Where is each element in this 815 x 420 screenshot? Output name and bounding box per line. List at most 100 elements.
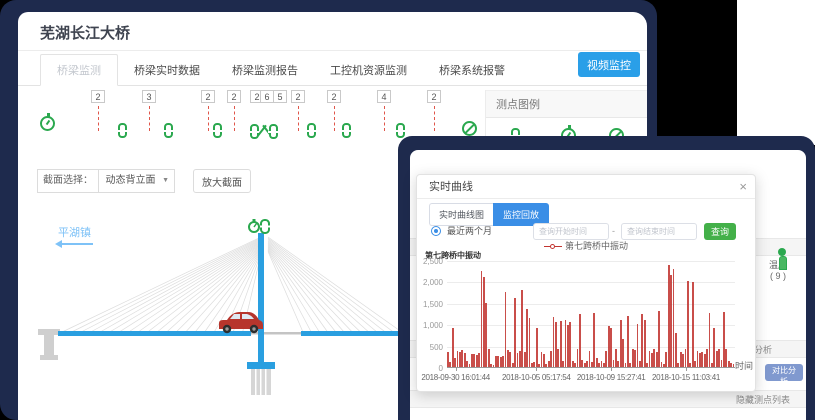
x-tick [456,368,457,371]
car-illustration [219,312,263,333]
sensor-marker[interactable]: 5 [272,90,288,103]
link-icon [396,123,405,138]
x-tick [536,368,537,371]
multi-sensor-icon[interactable] [250,123,278,139]
y-tick-label: 500 [417,343,443,352]
tower-top-sensor-icons [249,219,270,233]
sensor-count-badge: 2 [201,90,215,103]
legend-panel-title: 测点图例 [486,90,647,118]
zoom-section-button[interactable]: 放大截面 [193,169,251,193]
x-tick-label: 2018-09-30 16:01:44 [421,373,490,382]
sensor-marker[interactable]: 2 [426,90,442,131]
desktop-background: 芜湖长江大桥 桥梁监测桥梁实时数据桥梁监测报告工控机资源监测桥梁系统报警 视频监… [0,0,815,420]
chart-bar [529,318,531,367]
pier-columns [251,369,271,395]
temperature-count: ( 9 ) [762,271,794,281]
sensor-marker[interactable]: 2 [326,90,342,131]
pier-cap [247,362,275,369]
legend-text: 第七跨桥中振动 [565,241,628,251]
gauge-icon [40,116,55,131]
temperature-label: 温度 [762,258,794,271]
x-tick [611,368,612,371]
point-list-section-header: 隐藏测点列表 [410,390,806,408]
chart-bar [579,314,581,367]
chevron-down-icon: ▼ [162,170,169,192]
sensor-count-badge: 2 [291,90,305,103]
tab-0[interactable]: 桥梁监测 [40,54,118,86]
chart-bar [627,316,629,367]
cable-line [268,241,378,333]
sensor-marker[interactable]: 2 [90,90,106,131]
sensor-dash-line [384,106,385,131]
y-tick-label: 1,000 [417,321,443,330]
gridline [447,261,735,262]
link-icon[interactable] [164,123,173,143]
tab-4[interactable]: 桥梁系统报警 [423,55,521,85]
temperature-legend-item[interactable]: 温度 ( 9 ) [762,256,794,281]
sensor-count-badge: 2 [227,90,241,103]
point-list-label: 隐藏测点列表 [736,391,792,409]
close-icon[interactable]: × [739,175,747,199]
vibration-chart: 2018-09-30 16:01:442018-10-05 05:17:5420… [447,261,735,368]
left-abutment [38,329,60,360]
cable-line [268,250,312,333]
realtime-curve-dialog: 实时曲线 × 实时曲线图监控回放 最近两个月 - 查询 第七跨桥中振动 第七跨桥… [416,174,756,392]
sensor-marker[interactable]: 3 [141,90,157,131]
chart-bar [569,322,571,367]
x-tick-label: 2018-10-09 15:27:41 [577,373,646,382]
sensor-marker[interactable]: 4 [376,90,392,131]
main-tab-bar: 桥梁监测桥梁实时数据桥梁监测报告工控机资源监测桥梁系统报警 [18,56,647,86]
x-axis-name: 时间 [735,359,753,372]
query-button[interactable]: 查询 [704,223,736,240]
section-select-dropdown[interactable]: 动态背立面 ▼ [99,169,175,193]
sensor-marker[interactable]: 2 [290,90,306,131]
sensor-dash-line [208,106,209,131]
sensor-count-badge: 2 [427,90,441,103]
x-tick-label: 2018-10-05 05:17:54 [502,373,571,382]
video-monitor-button[interactable]: 视频监控 [578,52,640,77]
dialog-header: 实时曲线 × [417,175,755,199]
link-icon [269,124,278,139]
bridge-tower [258,233,264,362]
cable-line [268,249,320,333]
bridge-deck-right [301,331,406,336]
dialog-title: 实时曲线 [429,175,473,199]
link-icon[interactable] [213,123,222,143]
tab-2[interactable]: 桥梁监测报告 [216,55,314,85]
y-tick-label: 0 [417,364,443,373]
sensor-marker[interactable]: 2 [226,90,242,131]
sensor-count-badge: 4 [377,90,391,103]
link-icon [307,123,316,138]
radio-last-two-months[interactable] [431,226,441,236]
sensor-count-badge: 2 [327,90,341,103]
section-select-value: 动态背立面 [106,175,156,186]
cable-line [268,237,403,333]
divider [18,50,647,51]
legend-marker-icon [544,243,562,250]
query-start-time-input[interactable] [533,223,609,240]
link-icon[interactable] [118,123,127,143]
range-separator: - [612,223,615,240]
sensor-dash-line [434,106,435,131]
section-select-label: 截面选择： [37,169,99,193]
gauge-icon[interactable] [40,116,55,136]
sensor-dash-line [334,106,335,131]
chart-bar [675,333,677,367]
chart-bar [687,281,689,367]
cable-line [268,243,362,333]
cable-line [268,251,303,333]
tab-3[interactable]: 工控机资源监测 [314,55,423,85]
link-icon[interactable] [307,123,316,143]
link-icon[interactable] [342,123,351,143]
x-tick [686,368,687,371]
y-tick-label: 1,500 [417,300,443,309]
ban-icon [462,121,477,136]
chart-bar [536,328,538,367]
bridge-deck-left [58,331,251,336]
compare-analysis-button[interactable]: 对比分析 [765,364,803,381]
x-tick-label: 2018-10-15 11:03:41 [652,373,720,382]
sensor-dash-line [234,106,235,131]
query-end-time-input[interactable] [621,223,697,240]
tab-1[interactable]: 桥梁实时数据 [118,55,216,85]
sensor-dash-line [98,106,99,131]
